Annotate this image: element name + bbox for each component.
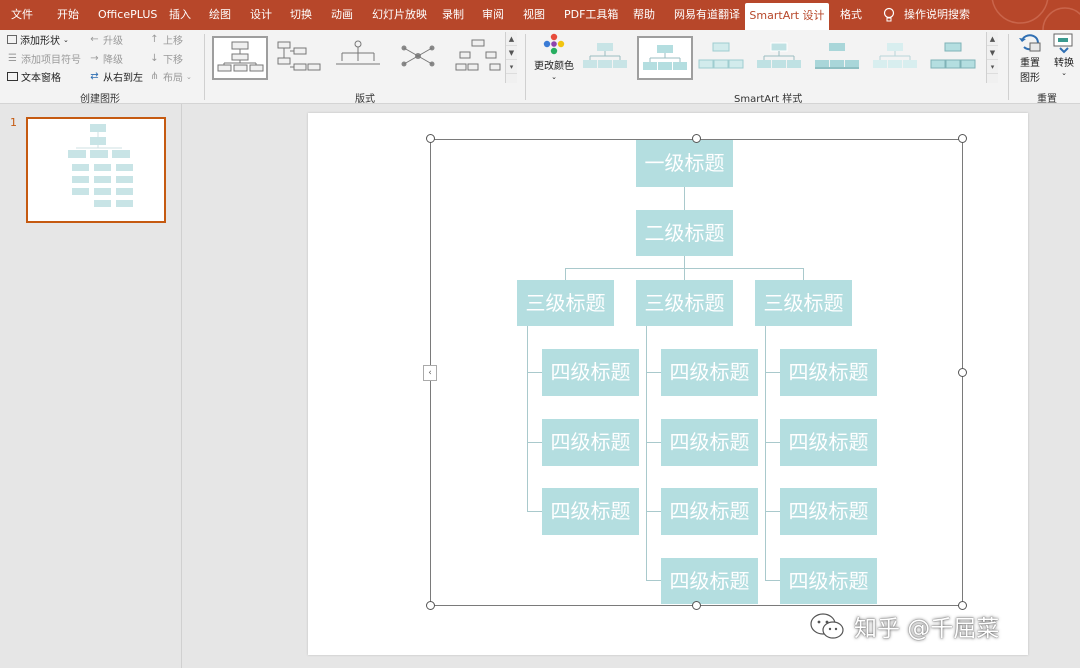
add-bullet-button[interactable]: ☰ 添加项目符号 (7, 51, 81, 66)
style-thumb-7[interactable] (927, 36, 983, 80)
scroll-up-icon[interactable]: ▲ (987, 32, 998, 46)
demote-button[interactable]: → 降级 (89, 51, 123, 66)
smartart-styles-gallery (576, 32, 985, 84)
watermark: 知乎 @千屈菜 (808, 606, 999, 646)
chevron-down-icon: ⌄ (551, 73, 557, 81)
text-pane-icon (7, 72, 18, 81)
tab-home[interactable]: 开始 (57, 0, 79, 30)
slide-number: 1 (10, 116, 17, 129)
resize-handle-right[interactable] (958, 368, 967, 377)
tab-record[interactable]: 录制 (442, 0, 464, 30)
group-label-reset: 重置 (1037, 94, 1057, 105)
scroll-down-icon[interactable]: ▼ (506, 46, 517, 60)
convert-button[interactable]: 转换 ⌄ (1050, 32, 1078, 77)
layout-thumb-table-hierarchy[interactable] (452, 36, 508, 80)
tab-insert[interactable]: 插入 (169, 0, 191, 30)
arrow-up-icon: ↑ (150, 34, 159, 45)
group-label-layouts: 版式 (355, 94, 375, 105)
resize-handle-top[interactable] (692, 134, 701, 143)
layout-thumb-horizontal[interactable] (332, 36, 388, 80)
slide-thumbnail-preview (68, 124, 133, 207)
tab-slideshow[interactable]: 幻灯片放映 (372, 0, 427, 30)
ribbon: 添加形状 ⌄ ☰ 添加项目符号 文本窗格 ← 升级 → 降级 ⇄ 从右到左 ↑ … (0, 30, 1080, 105)
color-palette-icon (543, 33, 565, 55)
tab-help[interactable]: 帮助 (633, 0, 655, 30)
reset-graphic-button[interactable]: 重置 图形 (1016, 32, 1044, 84)
tab-pdf-toolbox[interactable]: PDF工具箱 (564, 0, 618, 30)
resize-handle-top-left[interactable] (426, 134, 435, 143)
chevron-down-icon: ⌄ (186, 72, 192, 81)
chevron-down-icon: ⌄ (1061, 69, 1067, 77)
style-thumb-6[interactable] (869, 36, 925, 80)
tab-youdao-translate[interactable]: 网易有道翻译 (674, 0, 740, 30)
layout-button[interactable]: ⋔ 布局 ⌄ (149, 69, 192, 84)
tab-transitions[interactable]: 切换 (290, 0, 312, 30)
tab-officeplus[interactable]: OfficePLUS (98, 0, 157, 30)
arrow-down-icon: ↓ (150, 53, 159, 64)
watermark-text: 知乎 @千屈菜 (854, 616, 1000, 642)
resize-handle-bottom-left[interactable] (426, 601, 435, 610)
resize-handle-top-right[interactable] (958, 134, 967, 143)
reset-graphic-icon (1019, 34, 1041, 52)
style-thumb-4[interactable] (753, 36, 809, 80)
slide-thumbnail[interactable] (26, 117, 166, 223)
scroll-down-icon[interactable]: ▼ (987, 46, 998, 60)
group-separator (204, 34, 205, 100)
layouts-gallery-scroll[interactable]: ▲ ▼ ▾ (505, 32, 517, 83)
tab-animations[interactable]: 动画 (331, 0, 353, 30)
convert-icon (1053, 33, 1073, 54)
group-label-smartart-styles: SmartArt 样式 (734, 94, 803, 105)
layout-thumb-hierarchy[interactable] (272, 36, 328, 80)
layout-icon: ⋔ (150, 71, 159, 82)
style-thumb-2[interactable] (637, 36, 693, 80)
add-shape-button[interactable]: 添加形状 ⌄ (7, 32, 69, 47)
tab-format[interactable]: 格式 (840, 0, 862, 30)
title-bar-decoration (991, 0, 1080, 30)
gallery-more-icon[interactable]: ▾ (987, 60, 998, 74)
layout-thumb-org-chart[interactable] (212, 36, 268, 80)
style-thumb-1[interactable] (579, 36, 635, 80)
lightbulb-icon (883, 7, 895, 22)
style-thumb-5[interactable] (811, 36, 867, 80)
tab-view[interactable]: 视图 (523, 0, 545, 30)
add-shape-icon (7, 35, 17, 44)
tab-smartart-design[interactable]: SmartArt 设计 (745, 3, 829, 30)
group-label-create-graphic: 创建图形 (80, 94, 120, 105)
style-thumb-3[interactable] (695, 36, 751, 80)
scroll-up-icon[interactable]: ▲ (506, 32, 517, 46)
gallery-more-icon[interactable]: ▾ (506, 60, 517, 74)
text-pane-button[interactable]: 文本窗格 (7, 69, 61, 84)
arrow-right-icon: → (90, 53, 99, 64)
group-separator (525, 34, 526, 100)
tab-review[interactable]: 审阅 (482, 0, 504, 30)
right-to-left-button[interactable]: ⇄ 从右到左 (89, 69, 143, 84)
group-separator (1008, 34, 1009, 100)
rtl-arrows-icon: ⇄ (90, 71, 99, 82)
bullet-list-icon: ☰ (8, 53, 17, 64)
text-pane-toggle-chevron-left-icon[interactable]: ‹ (423, 365, 437, 381)
promote-button[interactable]: ← 升级 (89, 32, 123, 47)
arrow-left-icon: ← (90, 34, 99, 45)
move-down-button[interactable]: ↓ 下移 (149, 51, 183, 66)
wechat-logo-icon (810, 613, 844, 639)
layout-thumb-radial[interactable] (392, 36, 448, 80)
resize-handle-bottom[interactable] (692, 601, 701, 610)
smartart-selection-frame[interactable] (430, 139, 963, 606)
ribbon-tab-bar: 文件 开始 OfficePLUS 插入 绘图 设计 切换 动画 幻灯片放映 录制… (0, 0, 1080, 30)
change-colors-button[interactable]: 更改颜色 ⌄ (533, 32, 575, 81)
move-up-button[interactable]: ↑ 上移 (149, 32, 183, 47)
styles-gallery-scroll[interactable]: ▲ ▼ ▾ (986, 32, 998, 83)
tab-file[interactable]: 文件 (11, 0, 33, 30)
tab-design[interactable]: 设计 (250, 0, 272, 30)
layouts-gallery (209, 32, 518, 84)
chevron-down-icon: ⌄ (63, 35, 69, 44)
tab-draw[interactable]: 绘图 (209, 0, 231, 30)
